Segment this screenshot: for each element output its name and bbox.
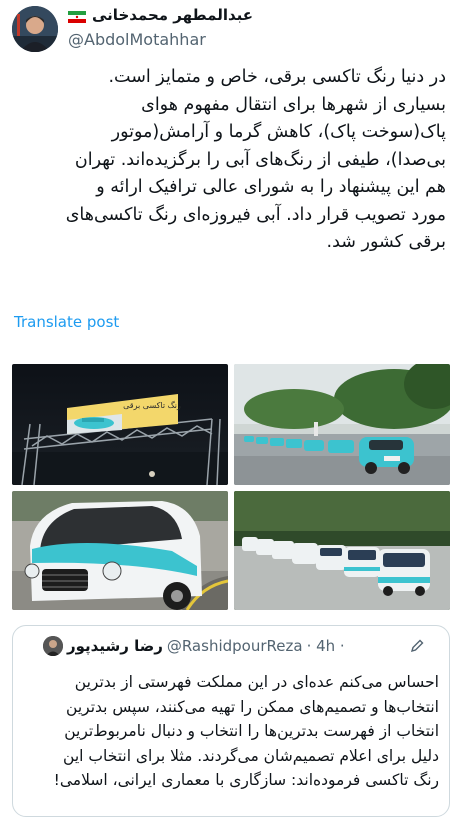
post-text: در دنیا رنگ تاکسی برقی، خاص و متمایز است… [14, 64, 446, 257]
post-header: عبدالمطهر محمدخانی @AbdolMotahhar [0, 0, 462, 62]
author-avatar[interactable] [12, 6, 58, 52]
post-text-line: در دنیا رنگ تاکسی برقی، خاص و متمایز است… [108, 67, 446, 87]
post-text-line: مورد تصویب قرار داد. آبی فیروزه‌ای رنگ ت… [65, 204, 446, 225]
media-billboard-night[interactable]: رنگ تاکسی برقی [12, 364, 228, 485]
post-text-line: هم این پیشنهاد را به شورای عالی ترافیک ا… [96, 177, 446, 197]
quoted-post[interactable]: رضا رشیدپور @RashidpourReza · 4h · احساس… [12, 625, 450, 817]
quoted-text-line: دلیل برای اعلام تصمیم‌شان می‌گردند. مثلا… [63, 746, 439, 765]
translate-post-link[interactable]: Translate post [14, 313, 119, 331]
quoted-author-avatar[interactable] [43, 636, 63, 656]
media-taxi-closeup[interactable] [12, 491, 228, 610]
post-text-line: بی‌صدا)، طیفی از رنگ‌های آبی را برگزیده‌… [74, 149, 446, 170]
pencil-icon [409, 638, 425, 654]
quoted-author-name[interactable]: رضا رشیدپور [67, 637, 163, 655]
quoted-text-line: احساس می‌کنم عده‌ای در این مملکت فهرستی … [74, 673, 439, 691]
media-taxi-row[interactable] [234, 364, 450, 485]
quoted-text-line: رنگ تاکسی فرموده‌اند: سازگاری با معماری … [53, 771, 439, 789]
post-text-line: پاک(سوخت پاک)، کاهش گرما و آرامش(موتور [111, 122, 446, 142]
author-name-row[interactable]: عبدالمطهر محمدخانی [68, 6, 253, 24]
media-grid: رنگ تاکسی برقی [12, 364, 450, 610]
author-handle[interactable]: @AbdolMotahhar [68, 30, 206, 49]
post-text-line: بسیاری از شهرها برای انتقال مفهوم هوای [141, 94, 446, 115]
quoted-text-line: انتخاب‌ها و تصمیم‌های ممکن را تهیه می‌کن… [66, 697, 439, 716]
iran-flag-icon [68, 9, 86, 23]
quoted-post-text: احساس می‌کنم عده‌ای در این مملکت فهرستی … [25, 670, 439, 793]
quoted-post-time[interactable]: · 4h · [307, 637, 345, 655]
post-text-line: برقی کشور شد. [326, 232, 446, 252]
quoted-post-header: رضا رشیدپور @RashidpourReza · 4h · [43, 636, 345, 656]
billboard-caption: رنگ تاکسی برقی [123, 400, 181, 410]
media-minibus-fleet[interactable] [234, 491, 450, 610]
author-display-name[interactable]: عبدالمطهر محمدخانی [92, 6, 253, 24]
quoted-author-handle[interactable]: @RashidpourReza [167, 637, 303, 655]
quoted-text-line: انتخاب از فهرست بدترین‌ها را انتخاب و دن… [64, 722, 439, 740]
